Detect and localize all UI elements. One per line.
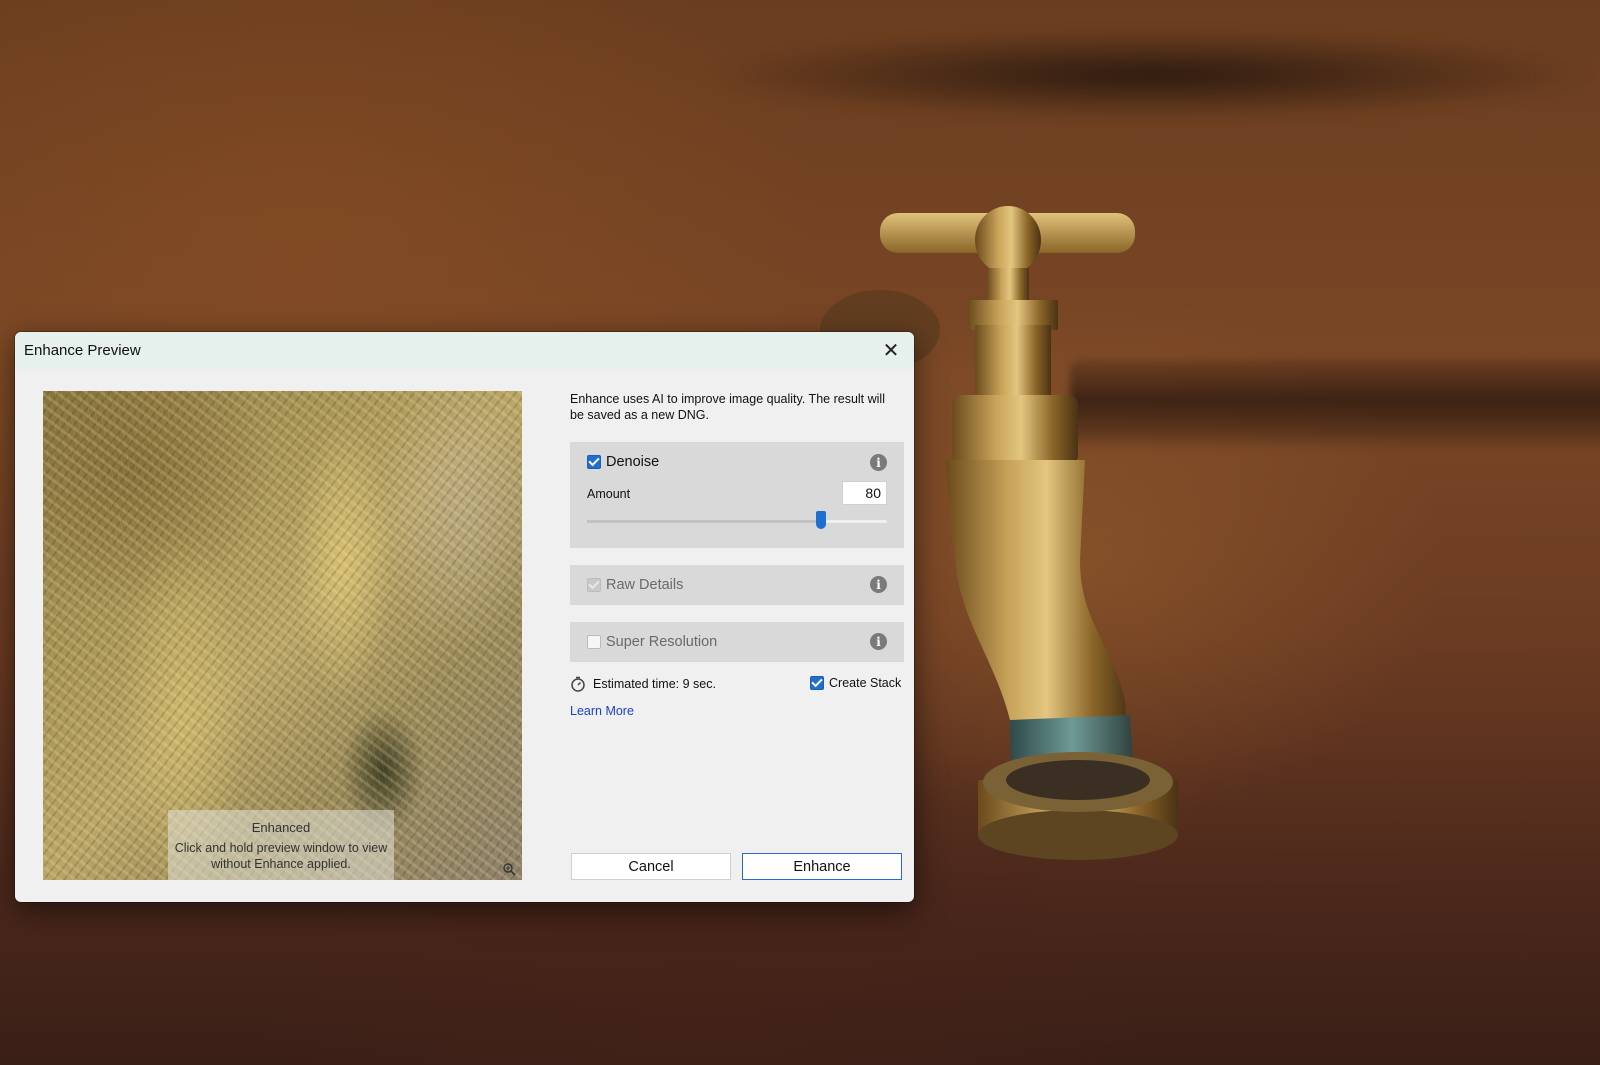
estimated-time-row: Estimated time: 9 sec.	[570, 676, 716, 692]
close-button[interactable]: ✕	[876, 336, 906, 364]
denoise-info-icon[interactable]: i	[870, 454, 887, 471]
raw-details-row: Raw Details	[587, 577, 683, 593]
enhance-preview-image[interactable]: Enhanced Click and hold preview window t…	[43, 391, 522, 880]
denoise-checkbox[interactable]	[587, 455, 601, 469]
amount-slider-thumb[interactable]	[816, 511, 826, 529]
amount-value-input[interactable]: 80	[842, 481, 887, 505]
create-stack-row: Create Stack	[810, 676, 901, 690]
estimated-time-text: Estimated time: 9 sec.	[593, 677, 716, 691]
learn-more-link[interactable]: Learn More	[570, 704, 634, 718]
raw-details-checkbox	[587, 578, 601, 592]
cancel-button[interactable]: Cancel	[571, 853, 731, 880]
enhance-button[interactable]: Enhance	[742, 853, 902, 880]
denoise-label: Denoise	[606, 454, 660, 470]
preview-texture	[43, 391, 522, 880]
raw-details-panel: Raw Details i	[570, 565, 904, 605]
create-stack-label: Create Stack	[829, 676, 902, 690]
enhance-preview-dialog: Enhance Preview ✕ Enhanced Click and hol…	[15, 332, 914, 902]
raw-details-info-icon[interactable]: i	[870, 576, 887, 593]
super-resolution-row: Super Resolution	[587, 634, 717, 650]
amount-slider[interactable]	[587, 511, 887, 529]
super-resolution-info-icon[interactable]: i	[870, 633, 887, 650]
dialog-title: Enhance Preview	[24, 342, 141, 359]
zoom-icon[interactable]	[502, 862, 516, 876]
super-resolution-label: Super Resolution	[606, 634, 718, 650]
preview-caption: Enhanced Click and hold preview window t…	[168, 810, 394, 880]
create-stack-checkbox[interactable]	[810, 676, 824, 690]
amount-label: Amount	[587, 487, 631, 501]
intro-text: Enhance uses AI to improve image quality…	[570, 392, 885, 422]
denoise-row: Denoise	[587, 454, 659, 470]
amount-slider-fill	[587, 520, 821, 523]
dialog-titlebar: Enhance Preview ✕	[15, 332, 914, 369]
raw-details-label: Raw Details	[606, 577, 684, 593]
preview-hint-text: Click and hold preview window to view wi…	[174, 841, 388, 871]
close-icon: ✕	[882, 339, 900, 362]
preview-status-label: Enhanced	[251, 820, 311, 835]
stopwatch-icon	[571, 676, 585, 692]
super-resolution-checkbox[interactable]	[587, 635, 601, 649]
denoise-panel: Denoise i Amount 80	[570, 442, 904, 548]
super-resolution-panel: Super Resolution i	[570, 622, 904, 662]
